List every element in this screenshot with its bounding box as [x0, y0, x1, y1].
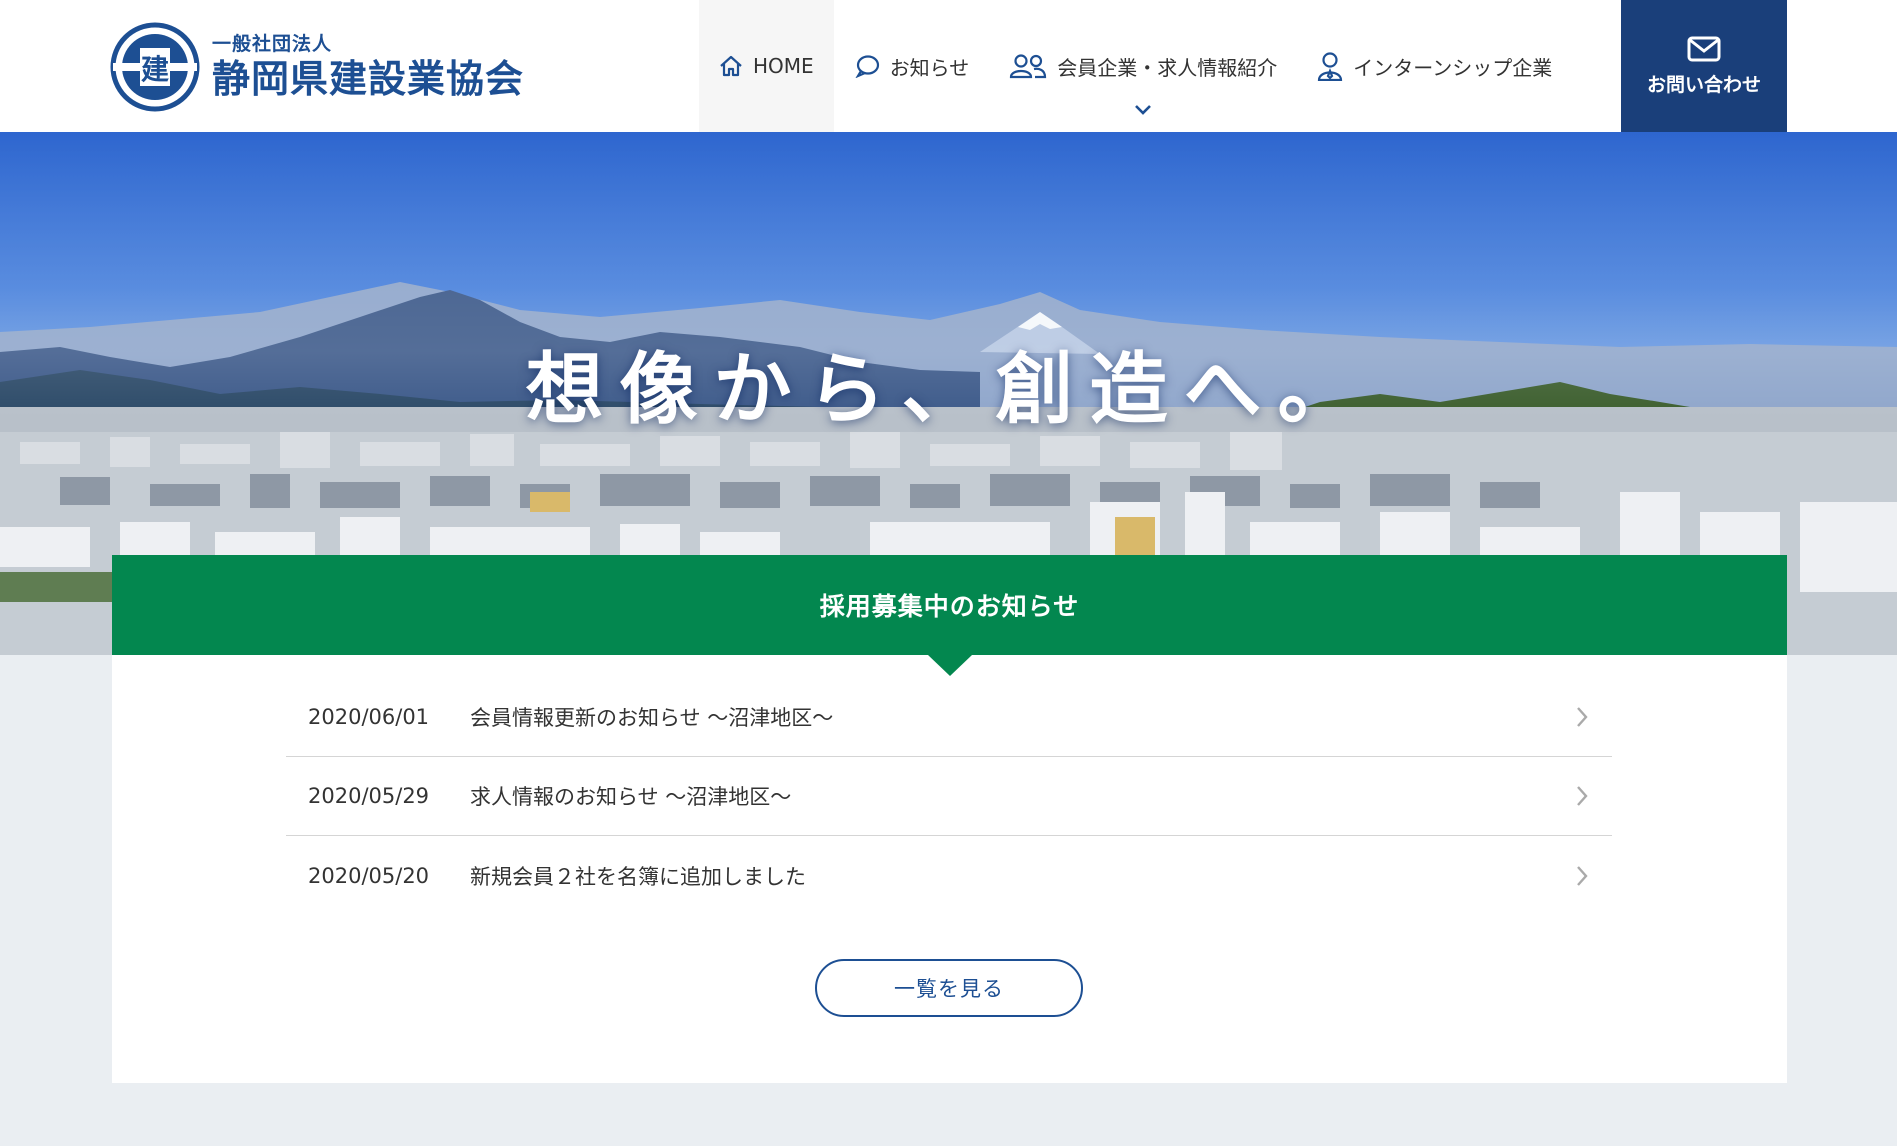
- emblem-character: 建: [141, 53, 169, 86]
- news-item[interactable]: 2020/05/29 求人情報のお知らせ ～沼津地区～: [286, 757, 1612, 836]
- news-date: 2020/06/01: [308, 705, 430, 729]
- heading-pointer: [928, 655, 972, 676]
- mail-icon: [1687, 36, 1721, 61]
- news-date: 2020/05/20: [308, 863, 430, 888]
- nav-news[interactable]: お知らせ: [834, 0, 990, 132]
- nav-home[interactable]: HOME: [699, 0, 834, 132]
- news-item[interactable]: 2020/06/01 会員情報更新のお知らせ ～沼津地区～: [286, 678, 1612, 757]
- news-title: 会員情報更新のお知らせ ～沼津地区～: [470, 706, 834, 730]
- users-icon: [1010, 54, 1047, 79]
- panel-heading-label: 採用募集中のお知らせ: [819, 592, 1080, 621]
- news-item[interactable]: 2020/05/20 新規会員２社を名簿に追加しました: [286, 836, 1612, 915]
- home-icon: [720, 55, 742, 77]
- chevron-right-icon: [1577, 786, 1588, 806]
- news-title: 新規会員２社を名簿に追加しました: [470, 864, 806, 889]
- nav-home-label: HOME: [753, 54, 814, 78]
- view-all-button[interactable]: 一覧を見る: [815, 959, 1083, 1017]
- logo-subtitle: 一般社団法人: [212, 33, 333, 55]
- news-date: 2020/05/29: [308, 784, 430, 808]
- site-logo[interactable]: 建 一般社団法人 静岡県建設業協会: [110, 22, 524, 112]
- nav-internship[interactable]: インターンシップ企業: [1297, 0, 1572, 132]
- recruitment-news-panel: 採用募集中のお知らせ 2020/06/01 会員情報更新のお知らせ ～沼津地区～…: [112, 555, 1787, 1083]
- contact-button[interactable]: お問い合わせ: [1621, 0, 1787, 132]
- hero-title: 想像から、創造へ。: [525, 344, 1372, 435]
- site-header: 建 一般社団法人 静岡県建設業協会 HOME お知らせ 会員企業・求人情報紹介 …: [0, 0, 1897, 132]
- news-title: 求人情報のお知らせ ～沼津地区～: [470, 785, 792, 809]
- nav-internship-label: インターンシップ企業: [1353, 55, 1553, 80]
- chevron-right-icon: [1577, 865, 1588, 886]
- logo-title: 静岡県建設業協会: [212, 57, 525, 101]
- main-nav: HOME お知らせ 会員企業・求人情報紹介 インターンシップ企業: [699, 0, 1572, 132]
- nav-members[interactable]: 会員企業・求人情報紹介: [989, 0, 1297, 132]
- nav-members-label: 会員企業・求人情報紹介: [1057, 55, 1278, 80]
- chevron-right-icon: [1577, 707, 1588, 727]
- news-list: 2020/06/01 会員情報更新のお知らせ ～沼津地区～ 2020/05/29…: [286, 705, 1612, 915]
- nav-news-label: お知らせ: [889, 55, 970, 80]
- chevron-down-icon[interactable]: [1134, 104, 1152, 116]
- panel-heading: 採用募集中のお知らせ: [112, 555, 1787, 655]
- contact-label: お問い合わせ: [1646, 73, 1761, 96]
- speech-bubble-icon: [855, 55, 879, 78]
- association-emblem-icon: 建: [110, 22, 200, 112]
- user-badge-icon: [1318, 52, 1343, 81]
